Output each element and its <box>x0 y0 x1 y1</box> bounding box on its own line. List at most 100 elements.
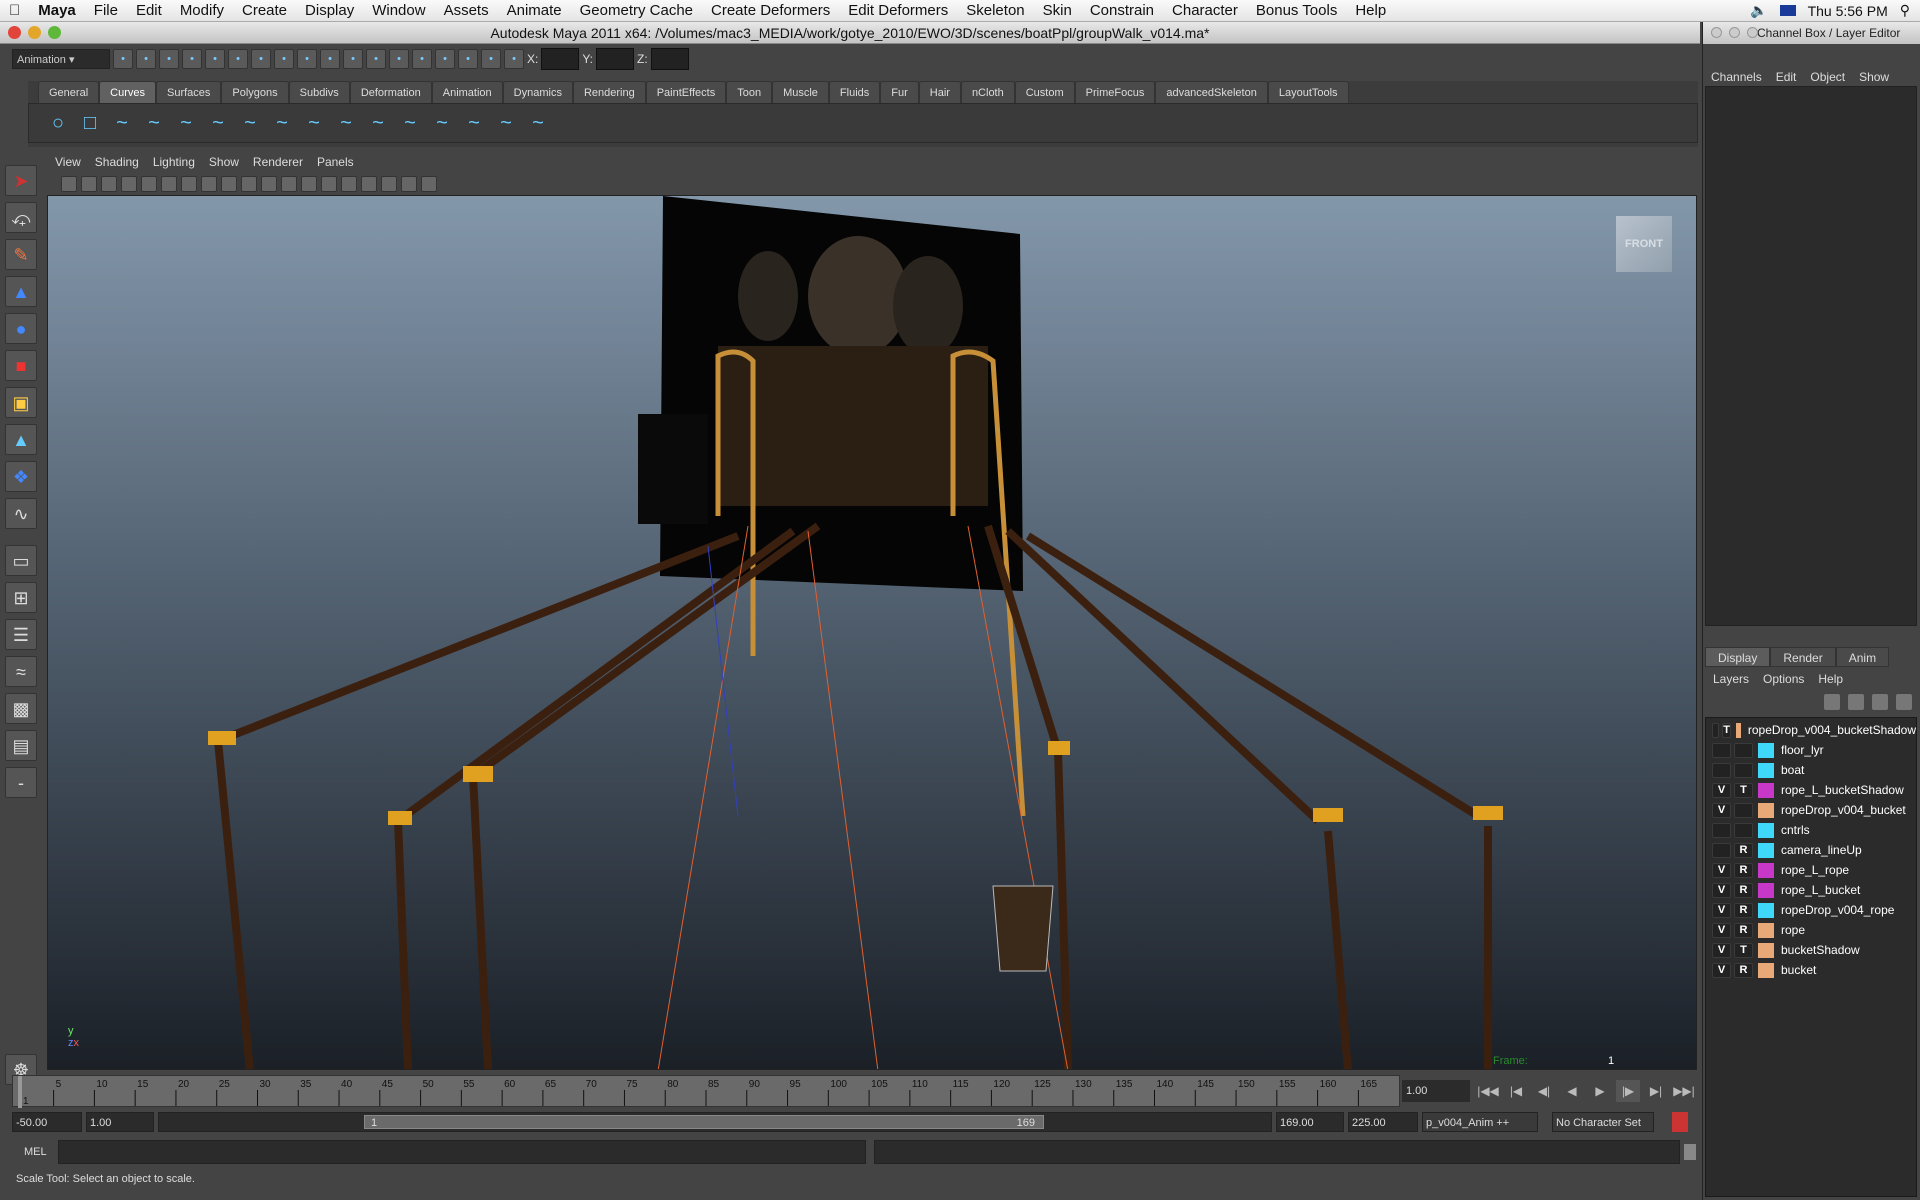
mel-input[interactable] <box>58 1140 866 1164</box>
visibility-toggle[interactable] <box>1712 762 1731 778</box>
default-light-icon[interactable] <box>341 176 357 192</box>
display-type-toggle[interactable]: R <box>1734 902 1753 918</box>
fillet-icon[interactable]: ~ <box>365 110 391 136</box>
menu-geometry-cache[interactable]: Geometry Cache <box>571 2 702 19</box>
play-forwards-icon[interactable]: ▶ <box>1588 1080 1612 1102</box>
display-type-toggle[interactable]: T <box>1734 942 1753 958</box>
select-tool-icon[interactable]: ➤ <box>5 165 37 196</box>
curve-tool-icon[interactable]: ∿ <box>5 498 37 529</box>
square-icon[interactable]: □ <box>77 110 103 136</box>
construction-history-icon[interactable]: • <box>366 49 386 69</box>
clock[interactable]: Thu 5:56 PM <box>1808 3 1888 19</box>
display-type-toggle[interactable]: R <box>1734 842 1753 858</box>
channel-menu-object[interactable]: Object <box>1810 70 1845 84</box>
layer-row[interactable]: Rcamera_lineUp <box>1706 840 1916 860</box>
shelf-tab-curves[interactable]: Curves <box>99 81 156 103</box>
no-lights-icon[interactable] <box>361 176 377 192</box>
layer-menu-layers[interactable]: Layers <box>1713 672 1749 686</box>
snap-curve-icon[interactable]: • <box>205 49 225 69</box>
more-layouts-icon[interactable]: - <box>5 767 37 798</box>
tool-settings-icon[interactable]: • <box>481 49 501 69</box>
3d-viewport[interactable]: FRONT y zx Frame: 1 <box>47 195 1697 1070</box>
hypershade-layout-icon[interactable]: ▩ <box>5 693 37 724</box>
layer-color-swatch[interactable] <box>1758 762 1774 778</box>
attach-icon[interactable]: ~ <box>301 110 327 136</box>
layer-color-swatch[interactable] <box>1758 822 1774 838</box>
visibility-toggle[interactable] <box>1712 842 1731 858</box>
layer-row[interactable]: V Rrope_L_rope <box>1706 860 1916 880</box>
script-editor-icon[interactable] <box>1684 1144 1696 1160</box>
step-forward-key-icon[interactable]: |▶ <box>1616 1080 1640 1102</box>
layer-name[interactable]: bucketShadow <box>1781 943 1860 957</box>
visibility-toggle[interactable]: V <box>1712 902 1731 918</box>
y-field[interactable] <box>596 48 635 70</box>
shadows-icon[interactable] <box>421 176 437 192</box>
panel-close-button[interactable] <box>1711 27 1722 38</box>
layer-name[interactable]: ropeDrop_v004_bucketShadow <box>1748 723 1916 737</box>
layer-color-swatch[interactable] <box>1758 902 1774 918</box>
visibility-toggle[interactable]: V <box>1712 802 1731 818</box>
shelf-tab-painteffects[interactable]: PaintEffects <box>645 81 727 103</box>
bookmark-icon[interactable] <box>101 176 117 192</box>
panel-menu-shading[interactable]: Shading <box>95 153 139 171</box>
four-view-layout-icon[interactable]: ⊞ <box>5 582 37 613</box>
script-layout-icon[interactable]: ▤ <box>5 730 37 761</box>
layer-row[interactable]: V Rrope_L_bucket <box>1706 880 1916 900</box>
range-track[interactable]: 1 169 <box>158 1112 1272 1132</box>
display-type-toggle[interactable]: R <box>1734 862 1753 878</box>
grid-icon[interactable] <box>141 176 157 192</box>
shelf-tab-fluids[interactable]: Fluids <box>828 81 881 103</box>
rebuild-icon[interactable]: ~ <box>493 110 519 136</box>
move-tool-icon[interactable]: ▲ <box>5 276 37 307</box>
shelf-tab-animation[interactable]: Animation <box>431 81 503 103</box>
display-type-toggle[interactable]: T <box>1722 722 1731 738</box>
character-set-dropdown[interactable]: No Character Set <box>1552 1112 1654 1132</box>
menu-modify[interactable]: Modify <box>171 2 233 19</box>
image-plane-icon[interactable] <box>121 176 137 192</box>
move-layer-down-icon[interactable] <box>1848 694 1864 710</box>
menu-create-deformers[interactable]: Create Deformers <box>702 2 839 19</box>
layer-name[interactable]: ropeDrop_v004_bucket <box>1781 803 1906 817</box>
arc-icon[interactable]: ~ <box>173 110 199 136</box>
display-type-toggle[interactable] <box>1734 742 1753 758</box>
x-field[interactable] <box>541 48 580 70</box>
ipr-icon[interactable]: • <box>412 49 432 69</box>
select-camera-icon[interactable] <box>401 176 417 192</box>
last-tool-icon[interactable]: ❖ <box>5 461 37 492</box>
paint-select-icon[interactable]: ✎ <box>5 239 37 270</box>
view-cube[interactable]: FRONT <box>1616 216 1672 272</box>
step-forward-frame-icon[interactable]: ▶| <box>1644 1080 1668 1102</box>
visibility-toggle[interactable] <box>1712 742 1731 758</box>
shelf-tab-layouttools[interactable]: LayoutTools <box>1267 81 1349 103</box>
ep-curve-icon[interactable]: ~ <box>109 110 135 136</box>
apple-icon[interactable]:  <box>0 2 29 19</box>
layer-color-swatch[interactable] <box>1758 882 1774 898</box>
playback-start-field[interactable]: 1.00 <box>86 1112 154 1132</box>
wireframe-on-shaded-icon[interactable] <box>301 176 317 192</box>
wireframe-icon[interactable] <box>241 176 257 192</box>
range-handle[interactable]: 1 169 <box>364 1115 1044 1129</box>
layer-menu-options[interactable]: Options <box>1763 672 1804 686</box>
snap-point-icon[interactable]: • <box>228 49 248 69</box>
shelf-tab-polygons[interactable]: Polygons <box>221 81 289 103</box>
visibility-toggle[interactable] <box>1712 722 1720 738</box>
new-layer-selected-icon[interactable] <box>1896 694 1912 710</box>
shelf-tab-custom[interactable]: Custom <box>1014 81 1075 103</box>
new-empty-layer-icon[interactable] <box>1872 694 1888 710</box>
shelf-tab-toon[interactable]: Toon <box>726 81 773 103</box>
film-gate-icon[interactable] <box>161 176 177 192</box>
shelf-tab-general[interactable]: General <box>38 81 100 103</box>
history-icon[interactable]: • <box>320 49 340 69</box>
all-lights-icon[interactable] <box>321 176 337 192</box>
layer-name[interactable]: cntrls <box>1781 823 1810 837</box>
scale-tool-icon[interactable]: ■ <box>5 350 37 381</box>
panel-menu-panels[interactable]: Panels <box>317 153 354 171</box>
resolution-gate-icon[interactable] <box>181 176 197 192</box>
menu-display[interactable]: Display <box>296 2 363 19</box>
menu-animate[interactable]: Animate <box>498 2 571 19</box>
snap-live-icon[interactable]: • <box>297 49 317 69</box>
menu-assets[interactable]: Assets <box>435 2 498 19</box>
layer-row[interactable]: boat <box>1706 760 1916 780</box>
channel-box-icon[interactable]: • <box>504 49 524 69</box>
rotate-tool-icon[interactable]: ● <box>5 313 37 344</box>
